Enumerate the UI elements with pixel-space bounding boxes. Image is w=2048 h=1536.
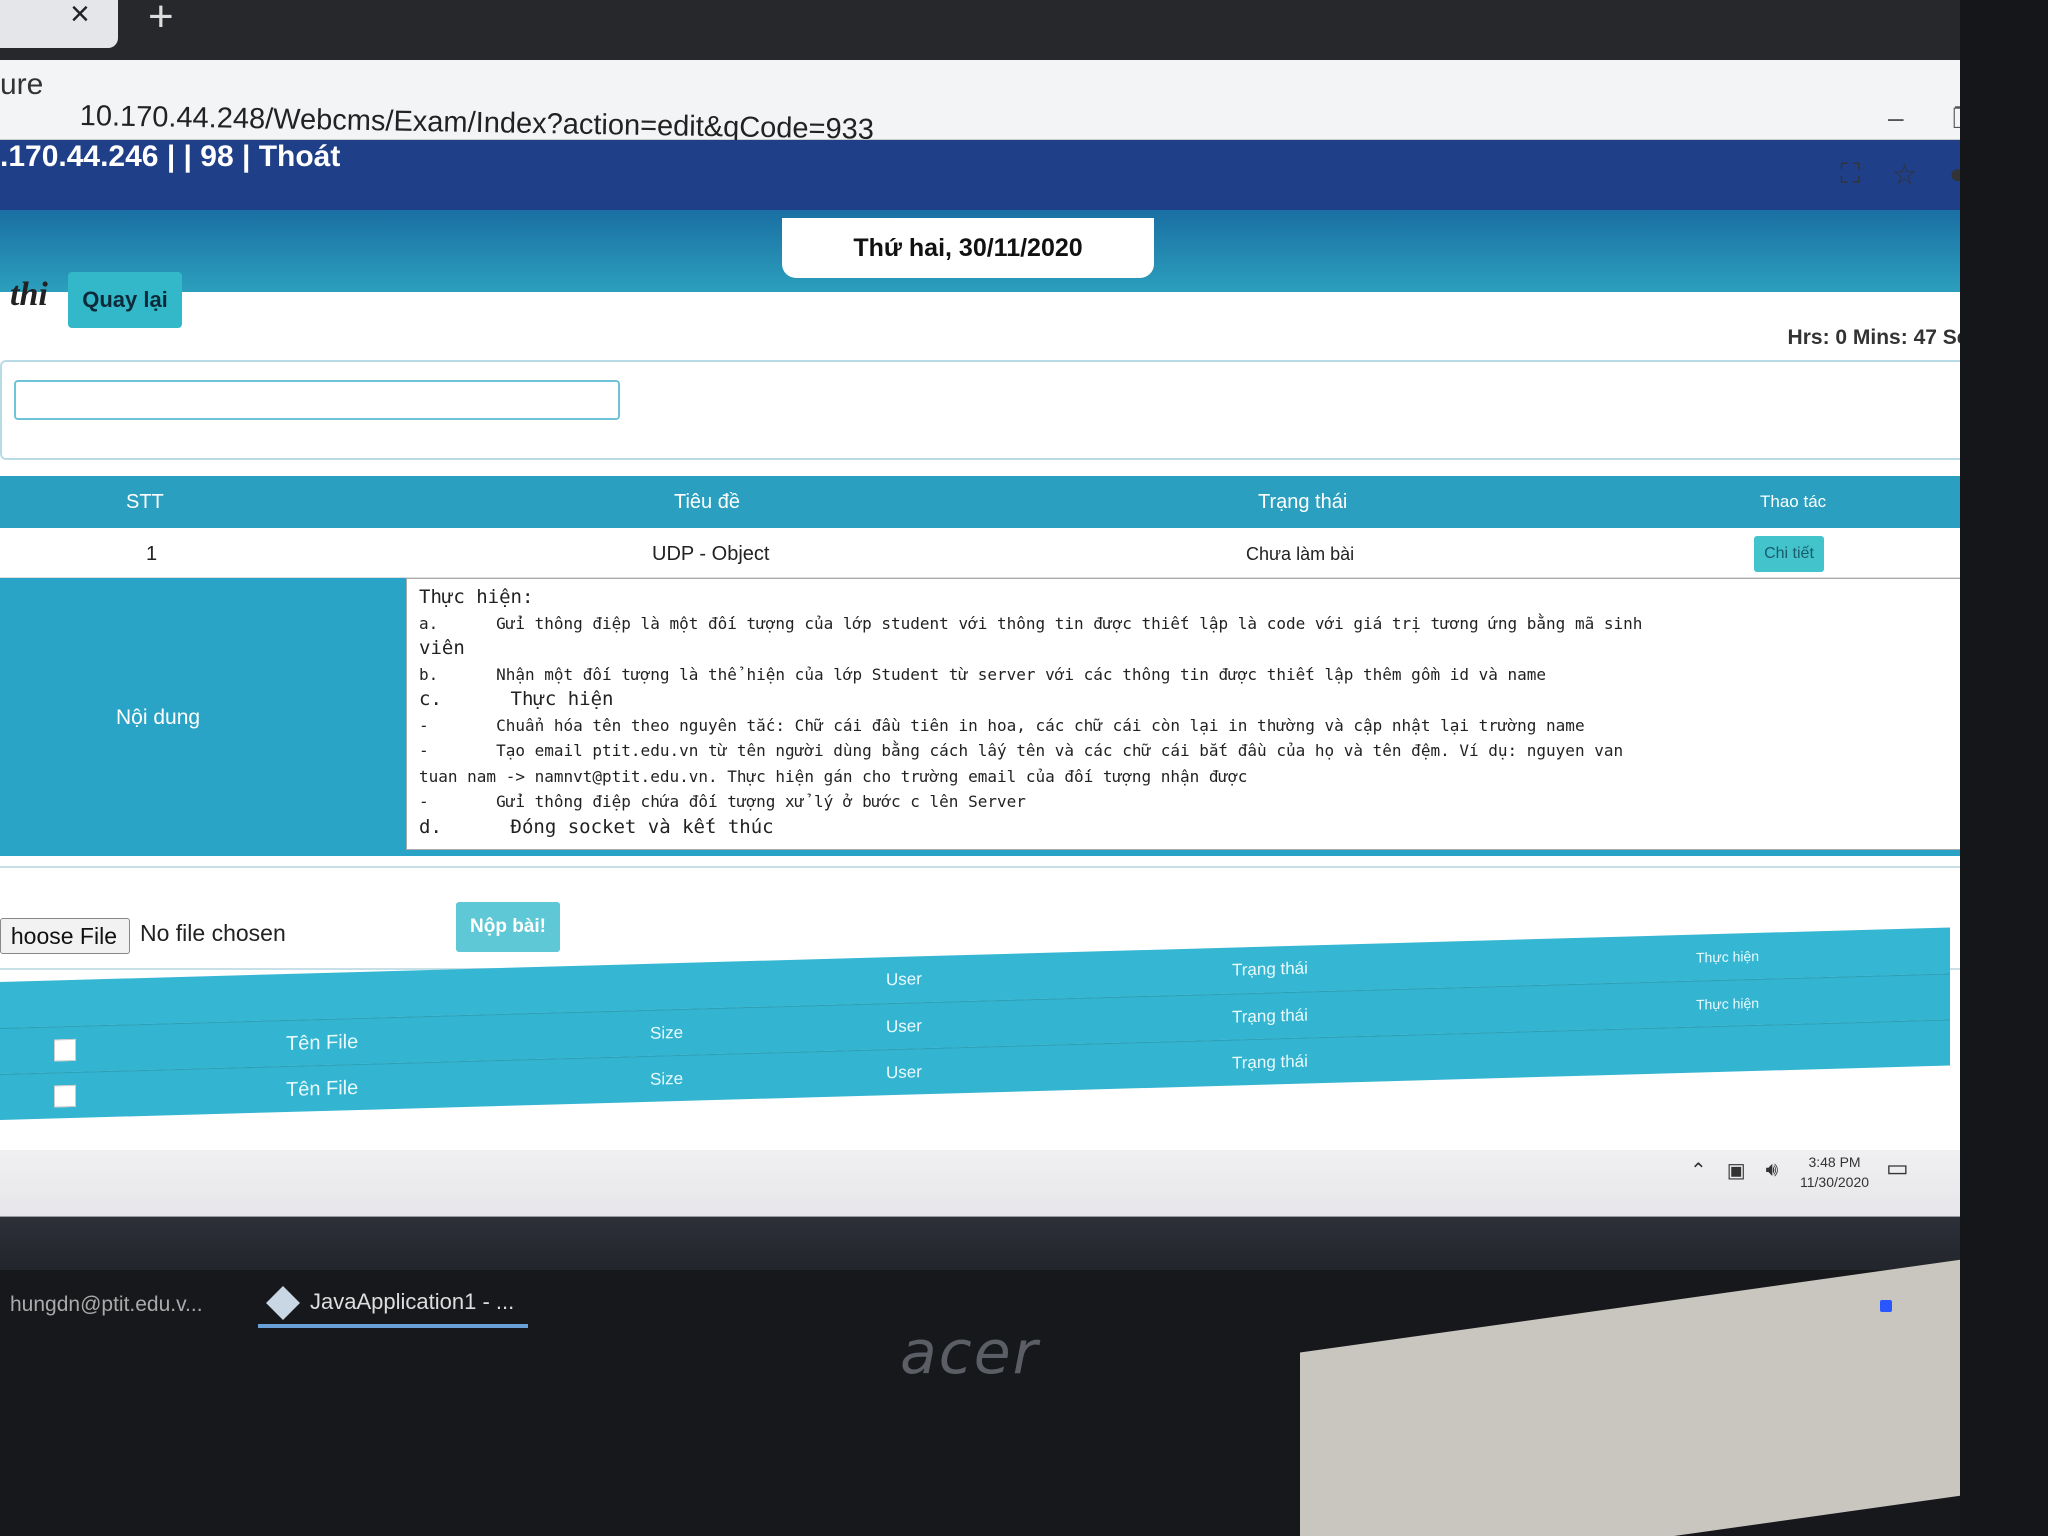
content-line: c. Thực hiện	[419, 688, 614, 710]
browser-tab[interactable]: ×	[0, 0, 118, 48]
java-app-icon	[266, 1286, 300, 1320]
clock-time: 3:48 PM	[1808, 1154, 1861, 1170]
power-led	[1880, 1300, 1892, 1312]
table-row: 1 UDP - Object Chưa làm bài Chi tiết	[0, 528, 2008, 578]
header-title: Tiêu đề	[674, 491, 740, 513]
browser-tabstrip: × +	[0, 0, 2048, 60]
file-size: Size	[650, 1068, 684, 1089]
content-line: - Chuẩn hóa tên theo nguyên tắc: Chữ cái…	[419, 715, 1585, 735]
search-panel	[0, 360, 2020, 460]
file-status: Trạng thái	[1232, 1051, 1308, 1073]
content-line: - Gửi thông điệp chứa đối tượng xử lý ở …	[419, 792, 1026, 811]
notification-icon[interactable]: ▭	[1886, 1154, 1909, 1183]
header-action: Thao tác	[1760, 492, 1827, 511]
security-label: ure	[0, 68, 44, 101]
file-name: Tên File	[286, 1030, 359, 1056]
content-line: d. Đóng socket và kết thúc	[419, 815, 774, 838]
detail-button[interactable]: Chi tiết	[1754, 536, 1824, 572]
clock-date: 11/30/2020	[1800, 1174, 1870, 1190]
file-action[interactable]: Thực hiện	[1696, 980, 1759, 1028]
question-table: STT Tiêu đề Trạng thái Thao tác 1 UDP - …	[0, 476, 2008, 578]
row-stt: 1	[146, 543, 158, 565]
monitor-bezel-right	[1960, 0, 2048, 1536]
page-title: thi	[10, 276, 48, 313]
windows-taskbar: ⌃ ▣ 🔊︎ 3:48 PM 11/30/2020 ▭	[0, 1150, 1968, 1270]
header-status: Trạng thái	[1232, 958, 1308, 980]
header-status: Trạng thái	[1258, 491, 1348, 513]
file-name: Tên File	[286, 1076, 359, 1102]
minimize-icon[interactable]: –	[1888, 102, 1904, 134]
file-size: Size	[650, 1022, 684, 1043]
submit-button[interactable]: Nộp bài!	[456, 902, 560, 952]
content-line: tuan nam -> namnvt@ptit.edu.vn. Thực hiệ…	[419, 766, 1248, 786]
search-input[interactable]	[14, 380, 620, 420]
content-line: b. Nhận một đối tượng là thể hiện của lớ…	[419, 664, 1547, 684]
close-tab-icon[interactable]: ×	[70, 0, 90, 31]
header-stt: STT	[126, 491, 164, 513]
taskbar-item-browser[interactable]: hungdn@ptit.edu.v...	[0, 1280, 240, 1330]
file-status: Trạng thái	[1232, 1005, 1308, 1027]
row-checkbox[interactable]	[54, 1038, 76, 1062]
content-row: Nội dung Thực hiện: a. Gửi thông điệp là …	[0, 578, 2008, 856]
file-user: User	[886, 1062, 922, 1083]
translate-icon[interactable]: ⛶	[1840, 158, 1860, 191]
screen-root: { "browser": { "tab_close_symbol": "×", …	[0, 0, 2048, 1536]
row-status: Chưa làm bài	[1246, 544, 1355, 564]
back-button[interactable]: Quay lại	[68, 272, 182, 328]
site-header: .170.44.246 | | 98 | Thoát ⛶ ☆ ● ⋮	[0, 140, 2048, 210]
new-tab-icon[interactable]: +	[148, 0, 174, 39]
date-display: Thứ hai, 30/11/2020	[782, 218, 1154, 278]
content-line: - Tạo email ptit.edu.vn từ tên người dùn…	[419, 741, 1624, 760]
header-user: User	[886, 969, 922, 990]
system-tray: ⌃ ▣ 🔊︎	[1690, 1158, 1778, 1183]
file-status-text: No file chosen	[140, 920, 286, 946]
content-line: viên	[419, 637, 465, 659]
taskbar-item-label: JavaApplication1 - ...	[310, 1289, 515, 1314]
header-info[interactable]: .170.44.246 | | 98 | Thoát	[0, 140, 340, 174]
star-icon[interactable]: ☆	[1892, 158, 1917, 191]
monitor-brand-logo: acer	[900, 1318, 1040, 1388]
file-user: User	[886, 1016, 922, 1037]
row-checkbox[interactable]	[54, 1084, 76, 1108]
content-textarea[interactable]: Thực hiện: a. Gửi thông điệp là một đối t…	[406, 578, 1996, 850]
content-line: a. Gửi thông điệp là một đối tượng của l…	[419, 613, 1643, 633]
clock[interactable]: 3:48 PM 11/30/2020	[1800, 1152, 1869, 1192]
header-action: Thực hiện	[1696, 947, 1760, 966]
volume-icon[interactable]: 🔊︎	[1766, 1159, 1779, 1182]
choose-file-button[interactable]: hoose File	[0, 918, 130, 954]
row-title: UDP - Object	[652, 543, 770, 565]
network-icon[interactable]: ▣	[1727, 1158, 1746, 1183]
content-label: Nội dung	[116, 706, 201, 729]
address-bar[interactable]: ure 10.170.44.248/Webcms/Exam/Index?acti…	[0, 60, 2048, 146]
content-line: Thực hiện:	[419, 586, 534, 608]
taskbar-item-java[interactable]: JavaApplication1 - ...	[258, 1276, 528, 1328]
chevron-up-icon[interactable]: ⌃	[1690, 1158, 1707, 1183]
question-table-header: STT Tiêu đề Trạng thái Thao tác	[0, 476, 2008, 528]
